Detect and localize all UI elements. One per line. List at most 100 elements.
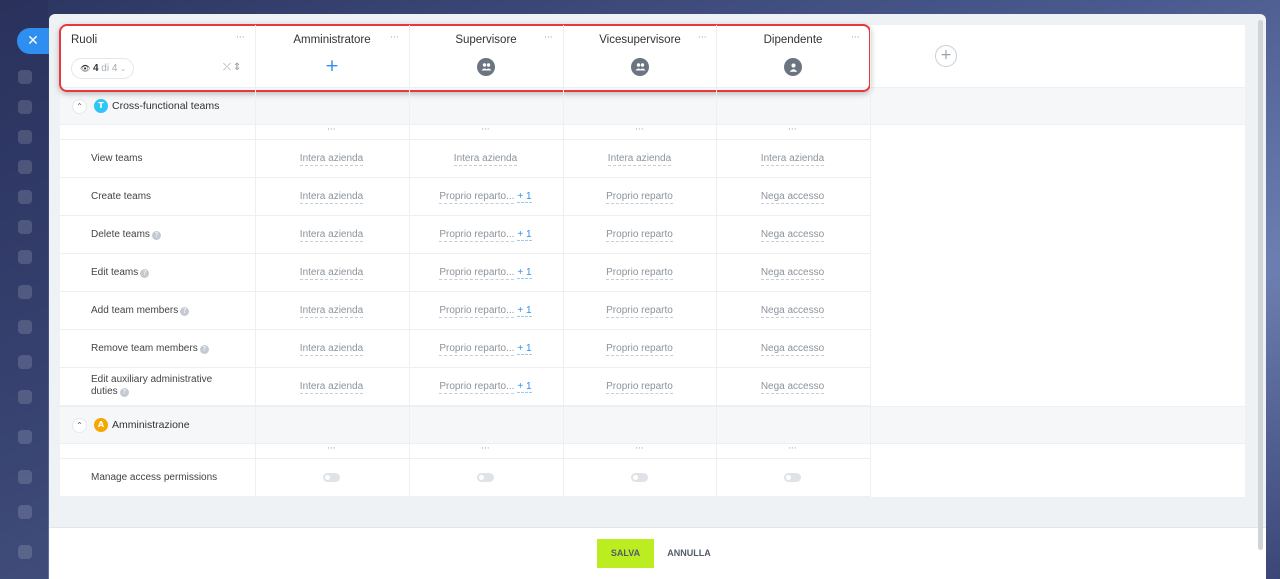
permission-toggle[interactable]: [323, 473, 340, 482]
role-menu-dots[interactable]: ···: [390, 33, 399, 43]
save-button[interactable]: SALVA: [597, 539, 654, 568]
permission-value-text[interactable]: Intera azienda: [607, 153, 672, 166]
permission-value[interactable]: Proprio reparto... + 1: [409, 343, 562, 356]
chevron-up-icon[interactable]: ⌃: [72, 99, 87, 114]
help-icon[interactable]: ?: [140, 269, 150, 278]
role-menu-dots[interactable]: ···: [851, 33, 860, 43]
more-values-link[interactable]: + 1: [517, 191, 532, 203]
more-values-link[interactable]: + 1: [517, 381, 532, 393]
permission-value-text[interactable]: Proprio reparto: [606, 381, 673, 394]
permission-value-text[interactable]: Intera azienda: [299, 153, 364, 166]
permission-value-text[interactable]: Nega accesso: [760, 191, 825, 204]
permission-value[interactable]: Nega accesso: [716, 267, 869, 280]
permission-value[interactable]: Intera azienda: [255, 305, 408, 318]
permission-value-text[interactable]: Nega accesso: [760, 305, 825, 318]
permission-value[interactable]: Intera azienda: [409, 153, 562, 166]
permission-value-text[interactable]: Nega accesso: [760, 343, 825, 356]
permission-value[interactable]: Proprio reparto: [563, 191, 716, 204]
permission-toggle[interactable]: [631, 473, 648, 482]
permission-value[interactable]: Proprio reparto... + 1: [409, 191, 562, 204]
permission-value[interactable]: Intera azienda: [255, 381, 408, 394]
permission-value[interactable]: Proprio reparto: [563, 267, 716, 280]
help-icon[interactable]: ?: [199, 345, 209, 354]
column-menu-dots[interactable]: ···: [327, 444, 336, 454]
permission-value[interactable]: Nega accesso: [716, 343, 869, 356]
permission-value[interactable]: Intera azienda: [255, 153, 408, 166]
permission-value-text[interactable]: Intera azienda: [299, 191, 364, 204]
permission-value-text[interactable]: Intera azienda: [760, 153, 825, 166]
permission-value-text[interactable]: Proprio reparto...: [439, 229, 515, 242]
scrollbar[interactable]: [1258, 20, 1263, 550]
permission-value[interactable]: Intera azienda: [255, 343, 408, 356]
permission-value[interactable]: Proprio reparto... + 1: [409, 267, 562, 280]
column-menu-dots[interactable]: ···: [327, 125, 336, 135]
more-values-link[interactable]: + 1: [517, 305, 532, 317]
permission-value[interactable]: Intera azienda: [255, 229, 408, 242]
background-icon: [18, 220, 32, 234]
permission-value-text[interactable]: Proprio reparto...: [439, 343, 515, 356]
section-header[interactable]: ⌃ T Cross-functional teams: [60, 87, 1245, 125]
more-values-link[interactable]: + 1: [517, 267, 532, 279]
permission-value-text[interactable]: Intera azienda: [453, 153, 518, 166]
permission-value-text[interactable]: Proprio reparto...: [439, 381, 515, 394]
visible-roles-selector[interactable]: 👁 4 di 4 ⌄: [71, 58, 134, 79]
permission-value[interactable]: Nega accesso: [716, 229, 869, 242]
roles-menu-dots[interactable]: ···: [236, 33, 245, 43]
permission-value-text[interactable]: Intera azienda: [299, 267, 364, 280]
permission-value-text[interactable]: Intera azienda: [299, 305, 364, 318]
role-menu-dots[interactable]: ···: [544, 33, 553, 43]
permission-value-text[interactable]: Proprio reparto...: [439, 191, 515, 204]
permission-value-text[interactable]: Nega accesso: [760, 381, 825, 394]
permission-value[interactable]: Nega accesso: [716, 191, 869, 204]
permission-value[interactable]: Intera azienda: [716, 153, 869, 166]
column-menu-dots[interactable]: ···: [635, 125, 644, 135]
permission-value[interactable]: Proprio reparto... + 1: [409, 229, 562, 242]
help-icon[interactable]: ?: [119, 388, 129, 397]
group-icon[interactable]: [631, 58, 649, 76]
permission-value[interactable]: Proprio reparto... + 1: [409, 381, 562, 394]
permission-value-text[interactable]: Proprio reparto: [606, 229, 673, 242]
more-values-link[interactable]: + 1: [517, 229, 532, 241]
chevron-up-icon[interactable]: ⌃: [72, 418, 87, 433]
role-menu-dots[interactable]: ···: [698, 33, 707, 43]
help-icon[interactable]: ?: [180, 307, 190, 316]
permission-value-text[interactable]: Proprio reparto: [606, 191, 673, 204]
permission-value[interactable]: Intera azienda: [255, 267, 408, 280]
permission-value[interactable]: Nega accesso: [716, 381, 869, 394]
permission-value[interactable]: Intera azienda: [255, 191, 408, 204]
column-menu-dots[interactable]: ···: [635, 444, 644, 454]
permission-value-text[interactable]: Intera azienda: [299, 381, 364, 394]
group-icon[interactable]: [477, 58, 495, 76]
permission-value-text[interactable]: Proprio reparto: [606, 343, 673, 356]
column-menu-dots[interactable]: ···: [788, 125, 797, 135]
permission-toggle[interactable]: [784, 473, 801, 482]
section-header[interactable]: ⌃ A Amministrazione: [60, 406, 1245, 444]
add-role-button[interactable]: +: [935, 45, 957, 67]
permission-value-text[interactable]: Proprio reparto: [606, 305, 673, 318]
column-menu-dots[interactable]: ···: [481, 125, 490, 135]
permission-value-text[interactable]: Nega accesso: [760, 267, 825, 280]
permission-value-text[interactable]: Intera azienda: [299, 229, 364, 242]
permission-value[interactable]: Proprio reparto... + 1: [409, 305, 562, 318]
collapse-expand-icon[interactable]: ⤫⇕: [223, 62, 243, 73]
permission-toggle[interactable]: [477, 473, 494, 482]
permission-value[interactable]: Nega accesso: [716, 305, 869, 318]
column-menu-dots[interactable]: ···: [481, 444, 490, 454]
plus-icon[interactable]: +: [323, 56, 341, 76]
cancel-button[interactable]: ANNULLA: [667, 539, 711, 568]
permission-value[interactable]: Proprio reparto: [563, 381, 716, 394]
close-slider-button[interactable]: ✕: [17, 28, 49, 54]
more-values-link[interactable]: + 1: [517, 343, 532, 355]
user-icon[interactable]: [784, 58, 802, 76]
permission-value[interactable]: Intera azienda: [563, 153, 716, 166]
permission-value[interactable]: Proprio reparto: [563, 229, 716, 242]
permission-value[interactable]: Proprio reparto: [563, 343, 716, 356]
help-icon[interactable]: ?: [151, 231, 161, 240]
permission-value-text[interactable]: Proprio reparto...: [439, 267, 515, 280]
permission-value-text[interactable]: Nega accesso: [760, 229, 825, 242]
permission-value-text[interactable]: Intera azienda: [299, 343, 364, 356]
permission-value-text[interactable]: Proprio reparto: [606, 267, 673, 280]
permission-value-text[interactable]: Proprio reparto...: [439, 305, 515, 318]
permission-value[interactable]: Proprio reparto: [563, 305, 716, 318]
column-menu-dots[interactable]: ···: [788, 444, 797, 454]
